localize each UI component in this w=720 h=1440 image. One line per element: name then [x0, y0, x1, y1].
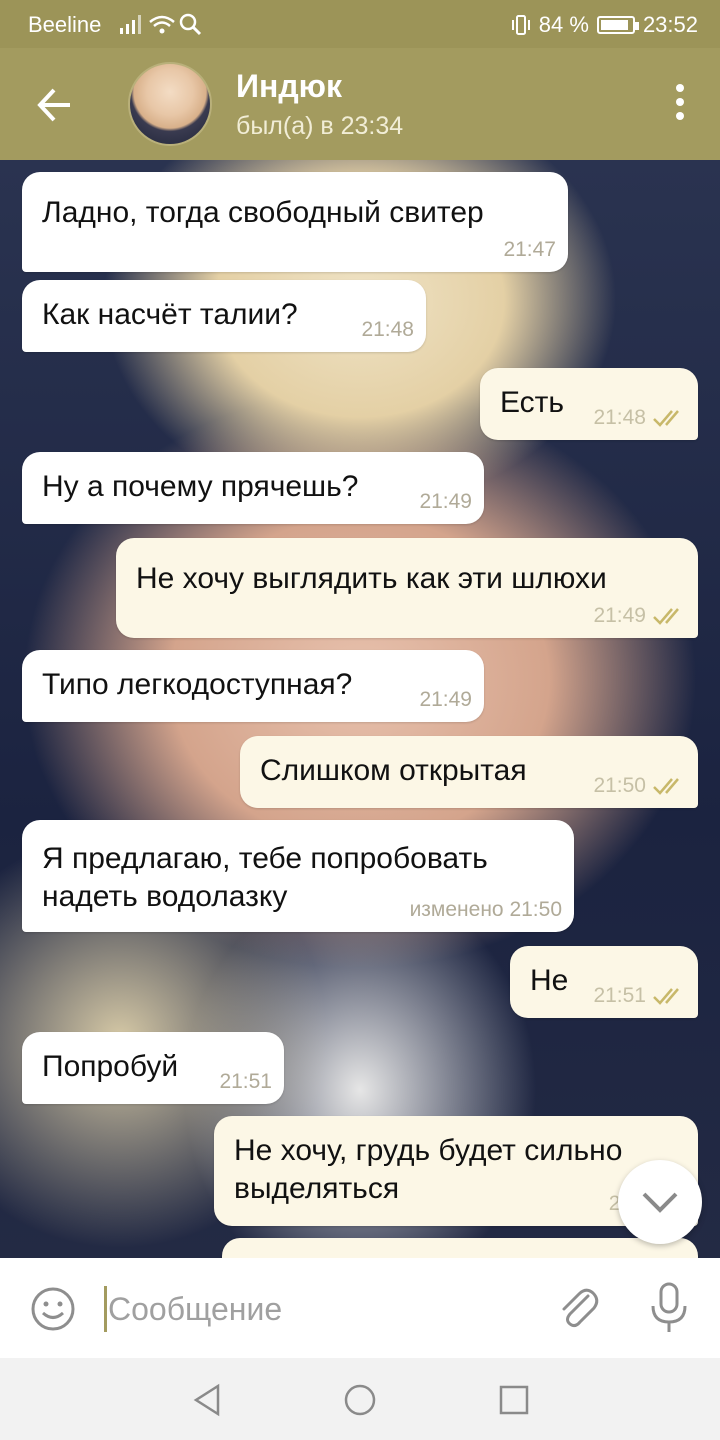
message-bubble[interactable]: Я предлагаю, тебе попробовать надеть вод…	[22, 820, 574, 932]
message-time: 21:48	[361, 318, 414, 341]
message-bubble[interactable]: Типо легкодоступная? 21:49	[22, 650, 484, 722]
message-time: изменено 21:50	[409, 898, 562, 921]
message-text: Типо легкодоступная?	[42, 668, 353, 701]
vibrate-icon	[511, 15, 530, 35]
message-text: Не хочу, грудь будет сильно выделяться	[234, 1134, 623, 1205]
double-check-icon	[653, 988, 679, 1005]
message-text: Не хочу выглядить как эти шлюхи	[136, 562, 607, 595]
message-text: Не	[530, 964, 569, 997]
system-nav-bar	[0, 1358, 720, 1440]
message-time: 21:49	[419, 490, 472, 513]
paperclip-icon[interactable]	[552, 1282, 602, 1334]
message-time: 21:49	[593, 604, 686, 628]
double-check-icon	[653, 778, 679, 795]
nav-back-icon[interactable]	[188, 1380, 228, 1420]
message-time: 21:51	[219, 1070, 272, 1093]
contact-name[interactable]: Индюк	[236, 68, 342, 105]
message-bubble[interactable]: Как насчёт талии? 21:48	[22, 280, 426, 352]
carrier-name: Beeline	[28, 12, 102, 37]
battery-percent: 84 %	[538, 12, 589, 37]
message-time: 21:48	[593, 406, 686, 430]
message-bubble[interactable]: Ну а почему прячешь? 21:49	[22, 452, 484, 524]
message-time: 21:51	[593, 984, 686, 1008]
battery-icon	[596, 16, 639, 34]
chevron-down-icon	[642, 1192, 678, 1213]
message-text: Слишком открытая	[260, 754, 527, 787]
contact-status: был(а) в 23:34	[236, 112, 404, 140]
message-time: 21:49	[419, 688, 472, 711]
arrow-left-icon[interactable]	[30, 80, 80, 130]
signal-wifi-search-icons	[120, 13, 202, 36]
double-check-icon	[653, 410, 679, 427]
text-cursor	[104, 1286, 107, 1332]
message-bubble[interactable]: Слишком открытая 21:50	[240, 736, 698, 808]
message-composer	[0, 1258, 720, 1358]
status-bar: Beeline 84 % 23:52	[0, 0, 720, 48]
message-text: Ну а почему прячешь?	[42, 470, 359, 503]
avatar[interactable]	[128, 62, 212, 146]
more-vertical-icon[interactable]	[670, 84, 690, 124]
message-list[interactable]: Ладно, тогда свободный свитер 21:47 Как …	[0, 160, 720, 1258]
message-text: Попробуй	[42, 1050, 179, 1083]
message-text: Есть	[500, 386, 565, 419]
status-time: 23:52	[642, 12, 698, 37]
scroll-down-button[interactable]	[618, 1160, 702, 1244]
message-bubble[interactable]: Попробуй 21:51	[22, 1032, 284, 1104]
message-bubble[interactable]: Не 21:51	[510, 946, 698, 1018]
chat-header: Индюк был(а) в 23:34	[0, 48, 720, 160]
message-bubble[interactable]: Не хочу выглядить как эти шлюхи 21:49	[116, 538, 698, 638]
nav-recent-icon[interactable]	[494, 1380, 534, 1420]
message-bubble[interactable]: Ладно, тогда свободный свитер 21:47	[22, 172, 568, 272]
nav-home-icon[interactable]	[340, 1380, 380, 1420]
smile-icon[interactable]	[28, 1284, 78, 1334]
message-bubble[interactable]: Есть 21:48	[480, 368, 698, 440]
message-text: Как насчёт талии?	[42, 298, 298, 331]
message-text: Ладно, тогда свободный свитер	[42, 196, 484, 229]
message-input[interactable]	[108, 1284, 508, 1334]
message-time: 21:47	[503, 238, 556, 261]
message-time: 21:50	[593, 774, 686, 798]
microphone-icon[interactable]	[644, 1280, 694, 1336]
double-check-icon	[653, 608, 679, 625]
